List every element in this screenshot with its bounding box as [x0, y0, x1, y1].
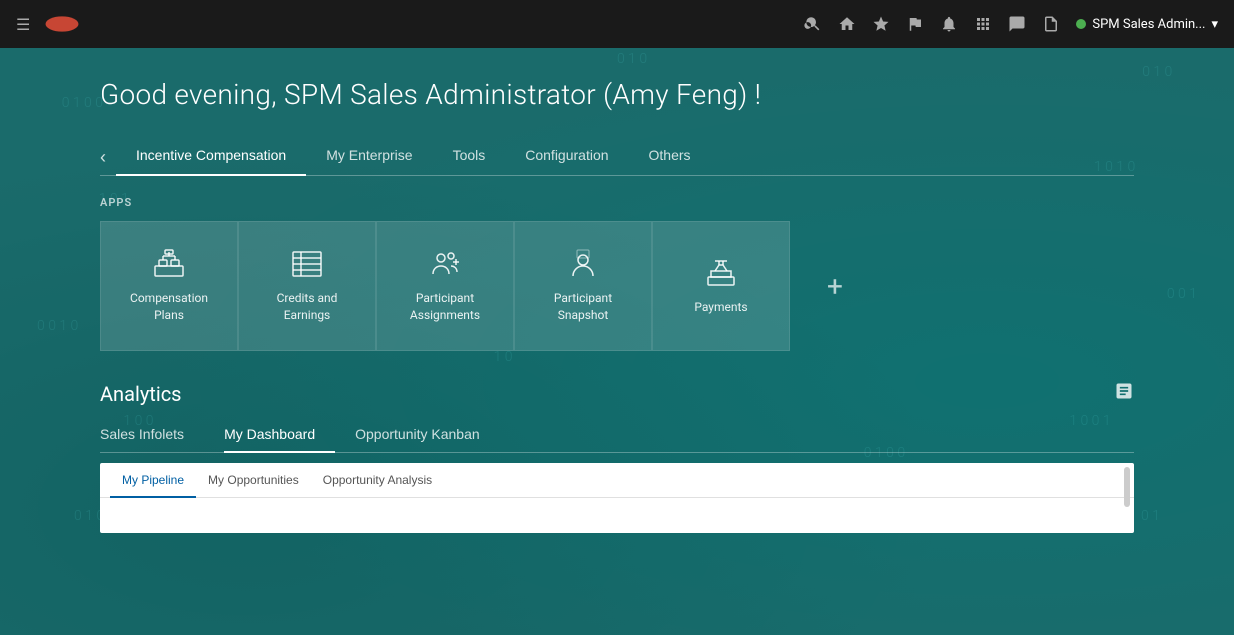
analytics-tabs: Sales Infolets My Dashboard Opportunity …	[100, 420, 1134, 453]
dashboard-tab-my-pipeline[interactable]: My Pipeline	[110, 463, 196, 497]
app-payments-label: Payments	[694, 299, 747, 316]
apps-grid: CompensationPlans Credits andEarnings	[100, 221, 1134, 351]
search-icon[interactable]	[804, 15, 822, 33]
tab-incentive-compensation[interactable]: Incentive Compensation	[116, 139, 306, 175]
app-participant-assignments-label: ParticipantAssignments	[410, 290, 480, 324]
credits-earnings-icon	[291, 248, 323, 280]
apps-grid-icon[interactable]	[974, 15, 992, 33]
payments-icon	[705, 257, 737, 289]
app-participant-snapshot[interactable]: ParticipantSnapshot	[514, 221, 652, 351]
dashboard-tab-my-opportunities[interactable]: My Opportunities	[196, 463, 311, 497]
app-participant-assignments[interactable]: ParticipantAssignments	[376, 221, 514, 351]
compensation-plans-icon	[153, 248, 185, 280]
flag-icon[interactable]	[906, 15, 924, 33]
participant-assignments-icon	[429, 248, 461, 280]
user-status-dot	[1076, 19, 1086, 29]
dashboard-panel: My Pipeline My Opportunities Opportunity…	[100, 463, 1134, 533]
favorites-icon[interactable]	[872, 15, 890, 33]
analytics-tab-opportunity-kanban[interactable]: Opportunity Kanban	[355, 420, 500, 452]
home-icon[interactable]	[838, 15, 856, 33]
hamburger-icon[interactable]: ☰	[16, 15, 30, 34]
analytics-title: Analytics	[100, 382, 182, 406]
user-menu[interactable]: SPM Sales Admin... ▾	[1076, 17, 1218, 32]
apps-section: APPS CompensationPlans	[100, 196, 1134, 351]
dashboard-tab-opportunity-analysis[interactable]: Opportunity Analysis	[311, 463, 444, 497]
greeting-heading: Good evening, SPM Sales Administrator (A…	[100, 78, 1134, 111]
add-app-button[interactable]: +	[810, 261, 860, 311]
app-credits-earnings[interactable]: Credits andEarnings	[238, 221, 376, 351]
user-name-label: SPM Sales Admin...	[1092, 17, 1205, 32]
user-chevron-icon: ▾	[1211, 17, 1218, 32]
oracle-logo-icon	[44, 14, 80, 34]
main-content: Good evening, SPM Sales Administrator (A…	[0, 48, 1234, 553]
analytics-settings-icon[interactable]	[1114, 381, 1134, 406]
scrollbar[interactable]	[1124, 467, 1130, 507]
chat-icon[interactable]	[1008, 15, 1026, 33]
app-compensation-plans-label: CompensationPlans	[130, 290, 208, 324]
notification-icon[interactable]	[940, 15, 958, 33]
tab-configuration[interactable]: Configuration	[505, 139, 628, 175]
app-participant-snapshot-label: ParticipantSnapshot	[554, 290, 612, 324]
main-tabs: ‹ Incentive Compensation My Enterprise T…	[100, 139, 1134, 176]
analytics-tab-my-dashboard[interactable]: My Dashboard	[224, 420, 335, 452]
tabs-back-button[interactable]: ‹	[100, 147, 106, 168]
tab-tools[interactable]: Tools	[433, 139, 506, 175]
top-navbar: ☰	[0, 0, 1234, 48]
document-icon[interactable]	[1042, 15, 1060, 33]
app-credits-earnings-label: Credits andEarnings	[277, 290, 338, 324]
analytics-tab-sales-infolets[interactable]: Sales Infolets	[100, 420, 204, 452]
apps-section-label: APPS	[100, 196, 1134, 209]
dashboard-tabs: My Pipeline My Opportunities Opportunity…	[100, 463, 1134, 498]
app-payments[interactable]: Payments	[652, 221, 790, 351]
app-compensation-plans[interactable]: CompensationPlans	[100, 221, 238, 351]
participant-snapshot-icon	[567, 248, 599, 280]
analytics-section: Analytics Sales Infolets My Dashboard Op…	[100, 381, 1134, 533]
tab-others[interactable]: Others	[629, 139, 711, 175]
tab-my-enterprise[interactable]: My Enterprise	[306, 139, 432, 175]
